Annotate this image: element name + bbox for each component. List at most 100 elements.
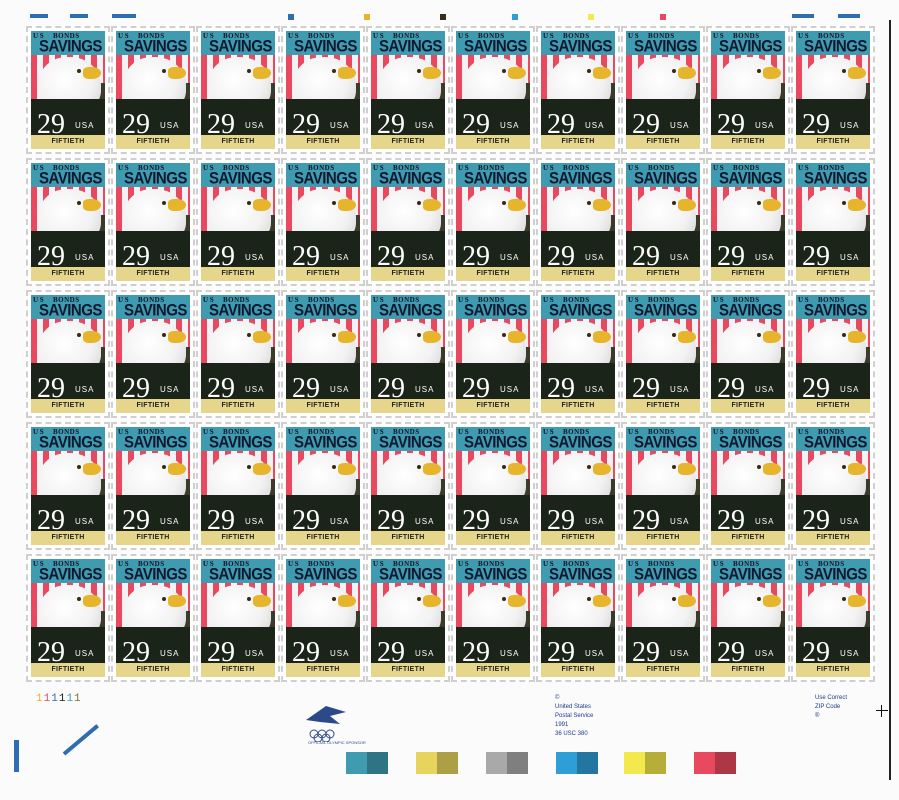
eagle-eye (502, 597, 506, 601)
stamp-anniversary-label: FIFTIETH ANNIVERSARY (711, 267, 785, 281)
stamp-design: U SBONDSSAVINGS29USAFIFTIETH ANNIVERSARY (456, 163, 530, 281)
stamp: U SBONDSSAVINGS29USAFIFTIETH ANNIVERSARY (366, 290, 450, 418)
stamp-design: U SBONDSSAVINGS29USAFIFTIETH ANNIVERSARY (201, 31, 275, 149)
stamp-design: U SBONDSSAVINGS29USAFIFTIETH ANNIVERSARY (371, 163, 445, 281)
stamp-savings-label: SAVINGS (549, 169, 612, 188)
stamp-usa-label: USA (330, 649, 350, 658)
stamp-savings-label: SAVINGS (464, 565, 527, 584)
eagle-eye (332, 333, 336, 337)
stamp-usa-label: USA (670, 121, 690, 130)
stamp: U SBONDSSAVINGS29USAFIFTIETH ANNIVERSARY (281, 290, 365, 418)
stamp-anniversary-label: FIFTIETH ANNIVERSARY (201, 663, 275, 677)
eagle-eye (502, 201, 506, 205)
eagle-eye (502, 69, 506, 73)
eagle-beak (253, 331, 271, 343)
stamp-usa-label: USA (585, 385, 605, 394)
stamp: U SBONDSSAVINGS29USAFIFTIETH ANNIVERSARY (26, 290, 110, 418)
stamp-savings-label: SAVINGS (39, 37, 102, 56)
eagle-beak (848, 463, 866, 475)
eagle-eye (842, 597, 846, 601)
eagle-beak (423, 331, 441, 343)
eagle-beak (848, 595, 866, 607)
plate-numbers: 111111 (36, 693, 82, 705)
color-bar (486, 752, 528, 774)
stamp-savings-label: SAVINGS (549, 37, 612, 56)
stamp: U SBONDSSAVINGS29USAFIFTIETH ANNIVERSARY (536, 554, 620, 682)
stamp-design: U SBONDSSAVINGS29USAFIFTIETH ANNIVERSARY (456, 295, 530, 413)
copyright-line: Postal Service (555, 713, 594, 719)
eagle-beak (593, 595, 611, 607)
eagle-beak (678, 331, 696, 343)
eagle-eye (587, 69, 591, 73)
plate-number: 1 (51, 693, 59, 705)
stamp: U SBONDSSAVINGS29USAFIFTIETH ANNIVERSARY (621, 422, 705, 550)
stamp: U SBONDSSAVINGS29USAFIFTIETH ANNIVERSARY (196, 158, 280, 286)
eagle-eye (77, 465, 81, 469)
stamp-usa-label: USA (585, 121, 605, 130)
stamp: U SBONDSSAVINGS29USAFIFTIETH ANNIVERSARY (366, 554, 450, 682)
eagle-beak (423, 595, 441, 607)
stamp-usa-label: USA (840, 649, 860, 658)
stamp-anniversary-label: FIFTIETH ANNIVERSARY (626, 135, 700, 149)
stamp-design: U SBONDSSAVINGS29USAFIFTIETH ANNIVERSARY (201, 427, 275, 545)
eagle-eye (587, 201, 591, 205)
stamp: U SBONDSSAVINGS29USAFIFTIETH ANNIVERSARY (451, 422, 535, 550)
stamp-savings-label: SAVINGS (804, 301, 867, 320)
eagle-eye (587, 597, 591, 601)
eagle-beak (423, 199, 441, 211)
stamp-usa-label: USA (415, 121, 435, 130)
eagle-beak (423, 463, 441, 475)
copyright-line: United States (555, 704, 592, 710)
zip-line: Use Correct (815, 695, 848, 701)
color-square (364, 14, 370, 20)
stamp-design: U SBONDSSAVINGS29USAFIFTIETH ANNIVERSARY (626, 427, 700, 545)
eagle-eye (77, 201, 81, 205)
zip-line: ® (815, 713, 820, 719)
plate-number: 1 (36, 693, 44, 705)
stamp: U SBONDSSAVINGS29USAFIFTIETH ANNIVERSARY (451, 26, 535, 154)
eagle-eye (842, 333, 846, 337)
eagle-beak (338, 331, 356, 343)
eagle-eye (757, 465, 761, 469)
eagle-beak (253, 199, 271, 211)
stamp-usa-label: USA (840, 253, 860, 262)
stamp-usa-label: USA (245, 649, 265, 658)
stamp-anniversary-label: FIFTIETH ANNIVERSARY (371, 399, 445, 413)
stamp-design: U SBONDSSAVINGS29USAFIFTIETH ANNIVERSARY (286, 295, 360, 413)
stamp-usa-label: USA (755, 253, 775, 262)
stamp-usa-label: USA (755, 517, 775, 526)
eagle-eye (757, 333, 761, 337)
zip-line: ZIP Code (815, 704, 841, 710)
stamp-savings-label: SAVINGS (634, 37, 697, 56)
stamp-design: U SBONDSSAVINGS29USAFIFTIETH ANNIVERSARY (711, 559, 785, 677)
stamp-design: U SBONDSSAVINGS29USAFIFTIETH ANNIVERSARY (456, 31, 530, 149)
stamp-design: U SBONDSSAVINGS29USAFIFTIETH ANNIVERSARY (711, 31, 785, 149)
eagle-eye (757, 597, 761, 601)
stamp-design: U SBONDSSAVINGS29USAFIFTIETH ANNIVERSARY (541, 427, 615, 545)
stamp: U SBONDSSAVINGS29USAFIFTIETH ANNIVERSARY (706, 290, 790, 418)
stamp-design: U SBONDSSAVINGS29USAFIFTIETH ANNIVERSARY (796, 559, 870, 677)
stamp-anniversary-label: FIFTIETH ANNIVERSARY (711, 135, 785, 149)
stamp-anniversary-label: FIFTIETH ANNIVERSARY (371, 531, 445, 545)
stamp-sheet: U SBONDSSAVINGS29USAFIFTIETH ANNIVERSARY… (0, 0, 899, 800)
stamp-usa-label: USA (245, 253, 265, 262)
eagle-eye (162, 333, 166, 337)
stamp: U SBONDSSAVINGS29USAFIFTIETH ANNIVERSARY (26, 422, 110, 550)
stamp-anniversary-label: FIFTIETH ANNIVERSARY (116, 663, 190, 677)
stamp-design: U SBONDSSAVINGS29USAFIFTIETH ANNIVERSARY (371, 295, 445, 413)
stamp-savings-label: SAVINGS (379, 565, 442, 584)
eagle-beak (168, 199, 186, 211)
stamp-design: U SBONDSSAVINGS29USAFIFTIETH ANNIVERSARY (371, 427, 445, 545)
stamp-anniversary-label: FIFTIETH ANNIVERSARY (456, 663, 530, 677)
eagle-beak (338, 199, 356, 211)
stamp-savings-label: SAVINGS (719, 433, 782, 452)
stamp-anniversary-label: FIFTIETH ANNIVERSARY (286, 267, 360, 281)
stamp-savings-label: SAVINGS (294, 433, 357, 452)
stamp-anniversary-label: FIFTIETH ANNIVERSARY (796, 135, 870, 149)
stamp: U SBONDSSAVINGS29USAFIFTIETH ANNIVERSARY (451, 554, 535, 682)
stamp: U SBONDSSAVINGS29USAFIFTIETH ANNIVERSARY (196, 26, 280, 154)
stamp-anniversary-label: FIFTIETH ANNIVERSARY (286, 531, 360, 545)
stamp: U SBONDSSAVINGS29USAFIFTIETH ANNIVERSARY (706, 422, 790, 550)
registration-bar (14, 740, 19, 772)
stamp: U SBONDSSAVINGS29USAFIFTIETH ANNIVERSARY (706, 26, 790, 154)
